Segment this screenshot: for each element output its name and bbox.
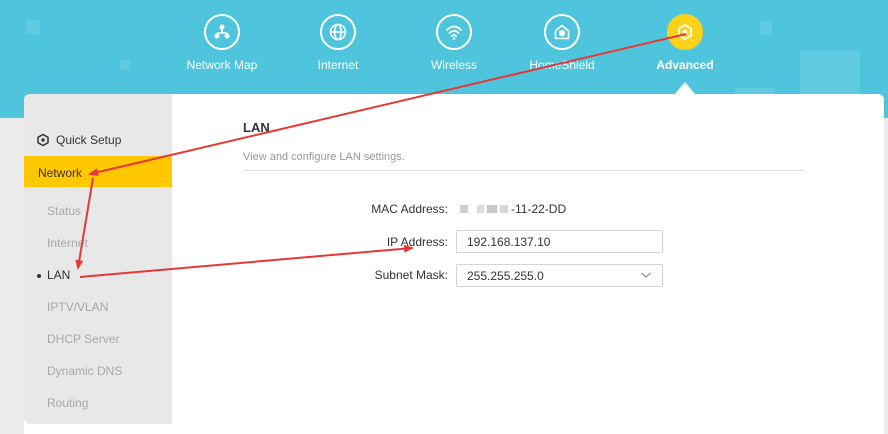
sidebar-item-label: Dynamic DNS xyxy=(47,364,123,378)
background-decoration xyxy=(120,60,130,70)
subnet-mask-value: 255.255.255.0 xyxy=(467,269,544,283)
redacted-mark xyxy=(487,205,497,213)
mac-address-text: -11-22-DD xyxy=(511,202,567,216)
sidebar-item-label: Network xyxy=(38,166,83,180)
network-map-icon xyxy=(204,14,240,50)
sidebar-item-dynamic-dns[interactable]: Dynamic DNS xyxy=(47,364,122,378)
nav-advanced[interactable]: Advanced xyxy=(640,14,730,72)
subnet-mask-select[interactable]: 255.255.255.0 xyxy=(456,264,663,287)
nav-wireless[interactable]: Wireless xyxy=(409,14,499,72)
sidebar-item-internet[interactable]: Internet xyxy=(47,236,88,250)
redacted-mark xyxy=(500,205,508,213)
background-decoration xyxy=(26,20,40,34)
globe-icon xyxy=(320,14,356,50)
mac-address-value: -11-22-DD xyxy=(460,202,566,216)
redacted-mark xyxy=(477,205,484,213)
wifi-icon xyxy=(436,14,472,50)
active-tab-indicator xyxy=(675,82,695,94)
ip-address-input[interactable] xyxy=(456,230,663,253)
sidebar-item-label: Internet xyxy=(47,236,88,250)
sidebar-item-label: IPTV/VLAN xyxy=(47,300,109,314)
page-title: LAN xyxy=(243,120,270,135)
nav-label: HomeShield xyxy=(529,58,595,72)
redacted-mark xyxy=(460,205,468,213)
sidebar-item-quick-setup[interactable]: Quick Setup xyxy=(36,133,121,147)
sidebar-item-iptv-vlan[interactable]: IPTV/VLAN xyxy=(47,300,108,314)
active-dot xyxy=(37,273,41,278)
sidebar-item-network[interactable]: Network xyxy=(24,156,172,187)
home-shield-icon xyxy=(544,14,580,50)
sidebar-item-lan[interactable]: LAN xyxy=(37,268,70,282)
gear-icon xyxy=(667,14,703,50)
sidebar-item-label: Routing xyxy=(47,396,89,410)
nav-homeshield[interactable]: HomeShield xyxy=(517,14,607,72)
sidebar-item-label: Quick Setup xyxy=(56,133,122,147)
divider xyxy=(243,170,805,171)
nav-label: Wireless xyxy=(430,58,477,72)
nav-network-map[interactable]: Network Map xyxy=(177,14,267,72)
subnet-mask-label: Subnet Mask: xyxy=(374,268,448,282)
mac-address-label: MAC Address: xyxy=(371,202,448,216)
quick-setup-icon xyxy=(37,133,49,147)
background-decoration xyxy=(760,22,772,34)
nav-label: Network Map xyxy=(186,58,258,72)
sidebar-item-dhcp-server[interactable]: DHCP Server xyxy=(47,332,119,346)
sidebar-item-label: Status xyxy=(47,204,82,218)
sidebar-item-status[interactable]: Status xyxy=(47,204,81,218)
nav-label: Advanced xyxy=(656,58,714,72)
ip-address-label: IP Address: xyxy=(386,235,448,249)
sidebar-item-routing[interactable]: Routing xyxy=(47,396,88,410)
nav-label: Internet xyxy=(317,58,359,72)
page-description: View and configure LAN settings. xyxy=(243,151,405,163)
chevron-down-icon xyxy=(641,272,651,278)
nav-internet[interactable]: Internet xyxy=(293,14,383,72)
sidebar-item-label: DHCP Server xyxy=(47,332,120,346)
sidebar-item-label: LAN xyxy=(47,268,71,282)
